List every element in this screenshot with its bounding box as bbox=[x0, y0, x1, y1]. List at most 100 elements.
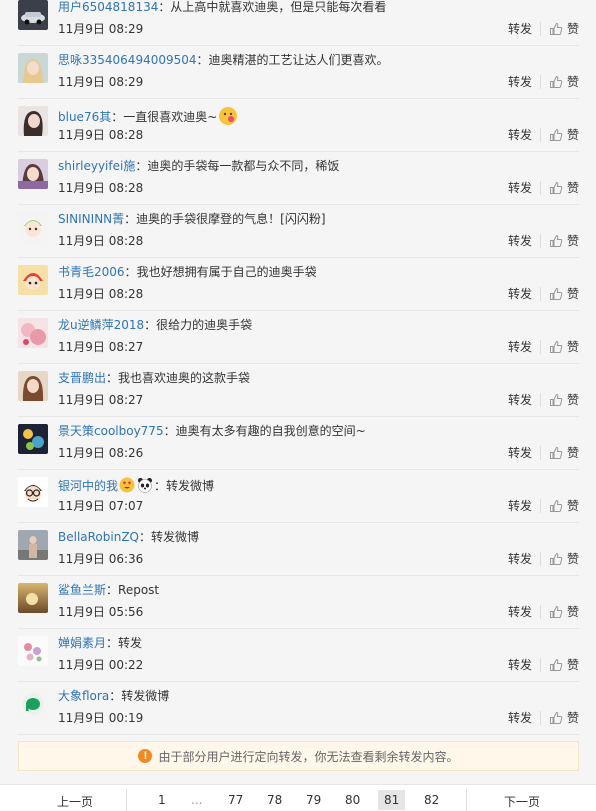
like-label: 赞 bbox=[566, 234, 579, 248]
username-link[interactable]: shirleyyifei施 bbox=[58, 159, 135, 173]
username-link[interactable]: 用户6504818134 bbox=[58, 0, 158, 14]
like-button[interactable]: 赞 bbox=[549, 73, 579, 90]
avatar[interactable] bbox=[18, 212, 48, 242]
username-link[interactable]: 书青毛2006 bbox=[58, 265, 125, 279]
like-button[interactable]: 赞 bbox=[549, 20, 579, 37]
like-button[interactable]: 赞 bbox=[549, 179, 579, 196]
avatar[interactable] bbox=[18, 477, 48, 507]
repost-text: 迪奥有太多有趣的自我创意的空间~ bbox=[175, 424, 366, 438]
page-link-78[interactable]: 78 bbox=[267, 793, 282, 807]
avatar[interactable] bbox=[18, 265, 48, 295]
username-link[interactable]: 龙u逆鳞萍2018 bbox=[58, 318, 144, 332]
avatar[interactable] bbox=[18, 53, 48, 83]
timestamp: 11月9日 08:28 bbox=[58, 234, 144, 248]
pager-divider bbox=[466, 789, 467, 811]
prev-page-button[interactable]: 上一页 bbox=[57, 793, 93, 810]
repost-button[interactable]: 转发 bbox=[508, 391, 532, 408]
action-divider bbox=[539, 551, 541, 566]
repost-button[interactable]: 转发 bbox=[508, 20, 532, 37]
page-link-80[interactable]: 80 bbox=[345, 793, 360, 807]
repost-text: 一直很喜欢迪奥~ bbox=[123, 110, 218, 124]
next-page-button[interactable]: 下一页 bbox=[504, 793, 540, 810]
avatar[interactable] bbox=[18, 371, 48, 401]
timestamp: 11月9日 00:19 bbox=[58, 711, 144, 725]
repost-text: 迪奥的手袋每一款都与众不同，稀饭 bbox=[147, 159, 340, 173]
avatar[interactable] bbox=[18, 0, 48, 30]
list-item: 思咏335406494009504：迪奥精湛的工艺让达人们更喜欢。 11月9日 … bbox=[18, 45, 579, 99]
like-button[interactable]: 赞 bbox=[549, 550, 579, 567]
timestamp: 11月9日 08:28 bbox=[58, 181, 144, 195]
repost-button[interactable]: 转发 bbox=[508, 73, 532, 90]
repost-button[interactable]: 转发 bbox=[508, 179, 532, 196]
avatar[interactable] bbox=[18, 318, 48, 348]
username-link[interactable]: 支晋鹏出 bbox=[58, 371, 106, 385]
repost-button[interactable]: 转发 bbox=[508, 126, 532, 143]
username-link[interactable]: SINININN菁 bbox=[58, 212, 124, 226]
thumbs-up-icon bbox=[549, 340, 563, 353]
action-divider bbox=[539, 710, 541, 725]
username-link[interactable]: 大象flora bbox=[58, 689, 109, 703]
avatar[interactable] bbox=[18, 636, 48, 666]
like-label: 赞 bbox=[566, 287, 579, 301]
like-button[interactable]: 赞 bbox=[549, 232, 579, 249]
avatar[interactable] bbox=[18, 159, 48, 189]
timestamp: 11月9日 08:29 bbox=[58, 22, 144, 36]
like-label: 赞 bbox=[566, 499, 579, 513]
like-button[interactable]: 赞 bbox=[549, 497, 579, 514]
repost-button[interactable]: 转发 bbox=[508, 709, 532, 726]
like-button[interactable]: 赞 bbox=[549, 603, 579, 620]
repost-button[interactable]: 转发 bbox=[508, 550, 532, 567]
like-button[interactable]: 赞 bbox=[549, 656, 579, 673]
page-link-79[interactable]: 79 bbox=[306, 793, 321, 807]
timestamp: 11月9日 00:22 bbox=[58, 658, 144, 672]
like-button[interactable]: 赞 bbox=[549, 709, 579, 726]
username-link[interactable]: 思咏335406494009504 bbox=[58, 53, 197, 67]
colon-separator: ： bbox=[106, 583, 119, 597]
username-link[interactable]: 银河中的我 bbox=[58, 479, 118, 493]
repost-button[interactable]: 转发 bbox=[508, 338, 532, 355]
page-link-77[interactable]: 77 bbox=[228, 793, 243, 807]
colon-separator: ： bbox=[109, 689, 122, 703]
avatar[interactable] bbox=[18, 689, 48, 719]
like-button[interactable]: 赞 bbox=[549, 444, 579, 461]
repost-button[interactable]: 转发 bbox=[508, 285, 532, 302]
action-divider bbox=[539, 180, 541, 195]
list-item: shirleyyifei施：迪奥的手袋每一款都与众不同，稀饭 11月9日 08:… bbox=[18, 151, 579, 205]
repost-text: 很给力的迪奥手袋 bbox=[156, 318, 253, 332]
repost-button[interactable]: 转发 bbox=[508, 232, 532, 249]
repost-button[interactable]: 转发 bbox=[508, 603, 532, 620]
action-divider bbox=[539, 604, 541, 619]
colon-separator: ： bbox=[111, 110, 124, 124]
repost-button[interactable]: 转发 bbox=[508, 656, 532, 673]
like-button[interactable]: 赞 bbox=[549, 126, 579, 143]
like-label: 赞 bbox=[566, 181, 579, 195]
action-divider bbox=[539, 657, 541, 672]
page-link-82[interactable]: 82 bbox=[424, 793, 439, 807]
avatar[interactable] bbox=[18, 583, 48, 613]
thumbs-up-icon bbox=[549, 75, 563, 88]
like-button[interactable]: 赞 bbox=[549, 391, 579, 408]
avatar[interactable] bbox=[18, 424, 48, 454]
thumbs-up-icon bbox=[549, 181, 563, 194]
list-item: 婵娟素月：转发 11月9日 00:22 转发 赞 bbox=[18, 628, 579, 682]
colon-separator: ： bbox=[124, 212, 137, 226]
list-item: 支晋鹏出：我也喜欢迪奥的这款手袋 11月9日 08:27 转发 赞 bbox=[18, 363, 579, 417]
like-button[interactable]: 赞 bbox=[549, 338, 579, 355]
like-label: 赞 bbox=[566, 658, 579, 672]
colon-separator: ： bbox=[106, 371, 119, 385]
like-button[interactable]: 赞 bbox=[549, 285, 579, 302]
page-link-1[interactable]: 1 bbox=[158, 793, 166, 807]
avatar[interactable] bbox=[18, 530, 48, 560]
repost-text: 转发微博 bbox=[121, 689, 170, 703]
username-link[interactable]: blue76其 bbox=[58, 110, 111, 124]
thumbs-up-icon bbox=[549, 711, 563, 724]
repost-text: 从上高中就喜欢迪奥，但是只能每次看看 bbox=[170, 0, 387, 14]
username-link[interactable]: BellaRobinZQ bbox=[58, 530, 139, 544]
avatar[interactable] bbox=[18, 106, 48, 136]
repost-button[interactable]: 转发 bbox=[508, 497, 532, 514]
username-link[interactable]: 婵娟素月 bbox=[58, 636, 106, 650]
repost-button[interactable]: 转发 bbox=[508, 444, 532, 461]
page-ellipsis: ... bbox=[191, 793, 203, 807]
username-link[interactable]: 景天策coolboy775 bbox=[58, 424, 164, 438]
username-link[interactable]: 鲨鱼兰斯 bbox=[58, 583, 106, 597]
